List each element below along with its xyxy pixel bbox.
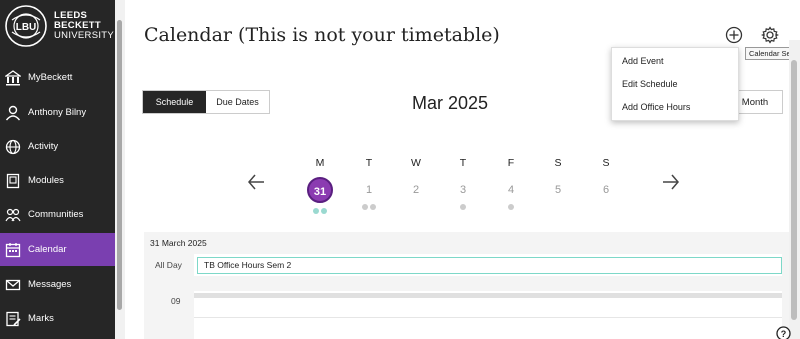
sidebar-item-label: Communities: [28, 209, 84, 220]
previous-week-arrow-icon[interactable]: [246, 172, 266, 192]
week-day[interactable]: S5: [544, 156, 572, 210]
bank-icon: [4, 69, 22, 87]
event-dot: [313, 208, 319, 214]
all-day-label: All Day: [155, 260, 182, 270]
add-menu: Add Event Edit Schedule Add Office Hours: [611, 47, 739, 121]
event-dots: [497, 204, 525, 210]
brand-line3: UNIVERSITY: [54, 30, 115, 41]
week-day[interactable]: S6: [592, 156, 620, 210]
calendar-icon: [4, 241, 22, 259]
sidebar-item-mybeckett[interactable]: MyBeckett: [0, 61, 115, 94]
due-dates-view-button[interactable]: Due Dates: [206, 91, 269, 113]
event-dots: [306, 208, 334, 214]
weekday-letter: M: [315, 157, 325, 169]
schedule-panel: 31 March 2025 All Day TB Office Hours Se…: [144, 232, 800, 339]
sidebar-item-profile[interactable]: Anthony Bilny: [0, 96, 115, 129]
sidebar-item-communities[interactable]: Communities: [0, 198, 115, 231]
week-day[interactable]: M 31: [306, 156, 334, 214]
weekday-letter: T: [365, 157, 373, 169]
day-number[interactable]: 6: [592, 181, 620, 199]
sidebar-item-label: Anthony Bilny: [28, 107, 87, 118]
event-dot: [370, 204, 376, 210]
next-week-arrow-icon[interactable]: [661, 172, 681, 192]
menu-item-edit-schedule[interactable]: Edit Schedule: [622, 79, 678, 89]
university-seal-icon: LBU: [5, 5, 47, 47]
timeline: [194, 291, 782, 339]
week-day[interactable]: F4: [497, 156, 525, 210]
menu-item-add-office-hours[interactable]: Add Office Hours: [622, 102, 690, 112]
day-number[interactable]: 2: [402, 181, 430, 199]
sidebar-item-modules[interactable]: Modules: [0, 164, 115, 197]
sidebar-item-calendar[interactable]: Calendar: [0, 233, 115, 266]
event-dots: [402, 204, 430, 210]
seal-text: LBU: [16, 22, 37, 33]
university-name: LEEDS BECKETT UNIVERSITY: [54, 11, 114, 41]
sidebar: LBU LEEDS BECKETT UNIVERSITY MyBeckett A…: [0, 0, 115, 339]
weekday-letter: S: [554, 157, 562, 169]
envelope-icon: [4, 276, 22, 294]
event-dots: [449, 204, 477, 210]
selected-day-number[interactable]: 31: [307, 177, 333, 203]
weekday-letter: T: [459, 157, 467, 169]
university-logo[interactable]: LBU LEEDS BECKETT UNIVERSITY: [4, 4, 114, 48]
page-title: Calendar (This is not your timetable): [144, 24, 500, 46]
svg-text:?: ?: [781, 329, 787, 339]
time-indicator: [194, 293, 782, 298]
sidebar-item-marks[interactable]: Marks: [0, 302, 115, 335]
marks-icon: [4, 310, 22, 328]
schedule-date: 31 March 2025: [150, 238, 207, 248]
weekday-letter: W: [411, 157, 421, 169]
sidebar-item-label: Modules: [28, 175, 64, 186]
sidebar-item-label: Calendar: [28, 244, 67, 255]
time-label-09: 09: [171, 296, 181, 306]
schedule-view-button[interactable]: Schedule: [143, 91, 206, 113]
week-day[interactable]: T1: [355, 156, 383, 210]
sidebar-item-label: Activity: [28, 141, 59, 152]
week-day[interactable]: W2: [402, 156, 430, 210]
sidebar-item-activity[interactable]: Activity: [0, 130, 115, 163]
day-number[interactable]: 3: [449, 181, 477, 199]
event-dots: [592, 204, 620, 210]
sidebar-item-label: Messages: [28, 279, 72, 290]
gear-icon[interactable]: [761, 26, 779, 44]
weekday-letter: S: [602, 157, 610, 169]
globe-icon: [4, 138, 22, 156]
day-number[interactable]: 4: [497, 181, 525, 199]
help-icon[interactable]: ?: [776, 326, 791, 339]
people-icon: [4, 206, 22, 224]
hour-divider: [194, 317, 782, 318]
sidebar-item-label: Marks: [28, 313, 54, 324]
main-scroll-thumb[interactable]: [791, 60, 797, 320]
event-dot: [460, 204, 466, 210]
week-day[interactable]: T3: [449, 156, 477, 210]
plus-circle-icon[interactable]: [725, 26, 743, 44]
event-dot: [321, 208, 327, 214]
book-icon: [4, 172, 22, 190]
current-month-label: Mar 2025: [412, 93, 489, 113]
event-office-hours[interactable]: TB Office Hours Sem 2: [197, 257, 782, 274]
event-dots: [544, 204, 572, 210]
sidebar-item-messages[interactable]: Messages: [0, 268, 115, 301]
event-dot: [508, 204, 514, 210]
menu-item-add-event[interactable]: Add Event: [622, 56, 664, 66]
weekday-letter: F: [507, 157, 515, 169]
event-dots: [355, 204, 383, 210]
day-number[interactable]: 5: [544, 181, 572, 199]
view-toggle: Schedule Due Dates: [142, 90, 270, 114]
day-number[interactable]: 1: [355, 181, 383, 199]
sidebar-item-label: MyBeckett: [28, 72, 73, 83]
sidebar-scroll-thumb[interactable]: [117, 20, 122, 310]
user-icon: [4, 104, 22, 122]
event-dot: [362, 204, 368, 210]
